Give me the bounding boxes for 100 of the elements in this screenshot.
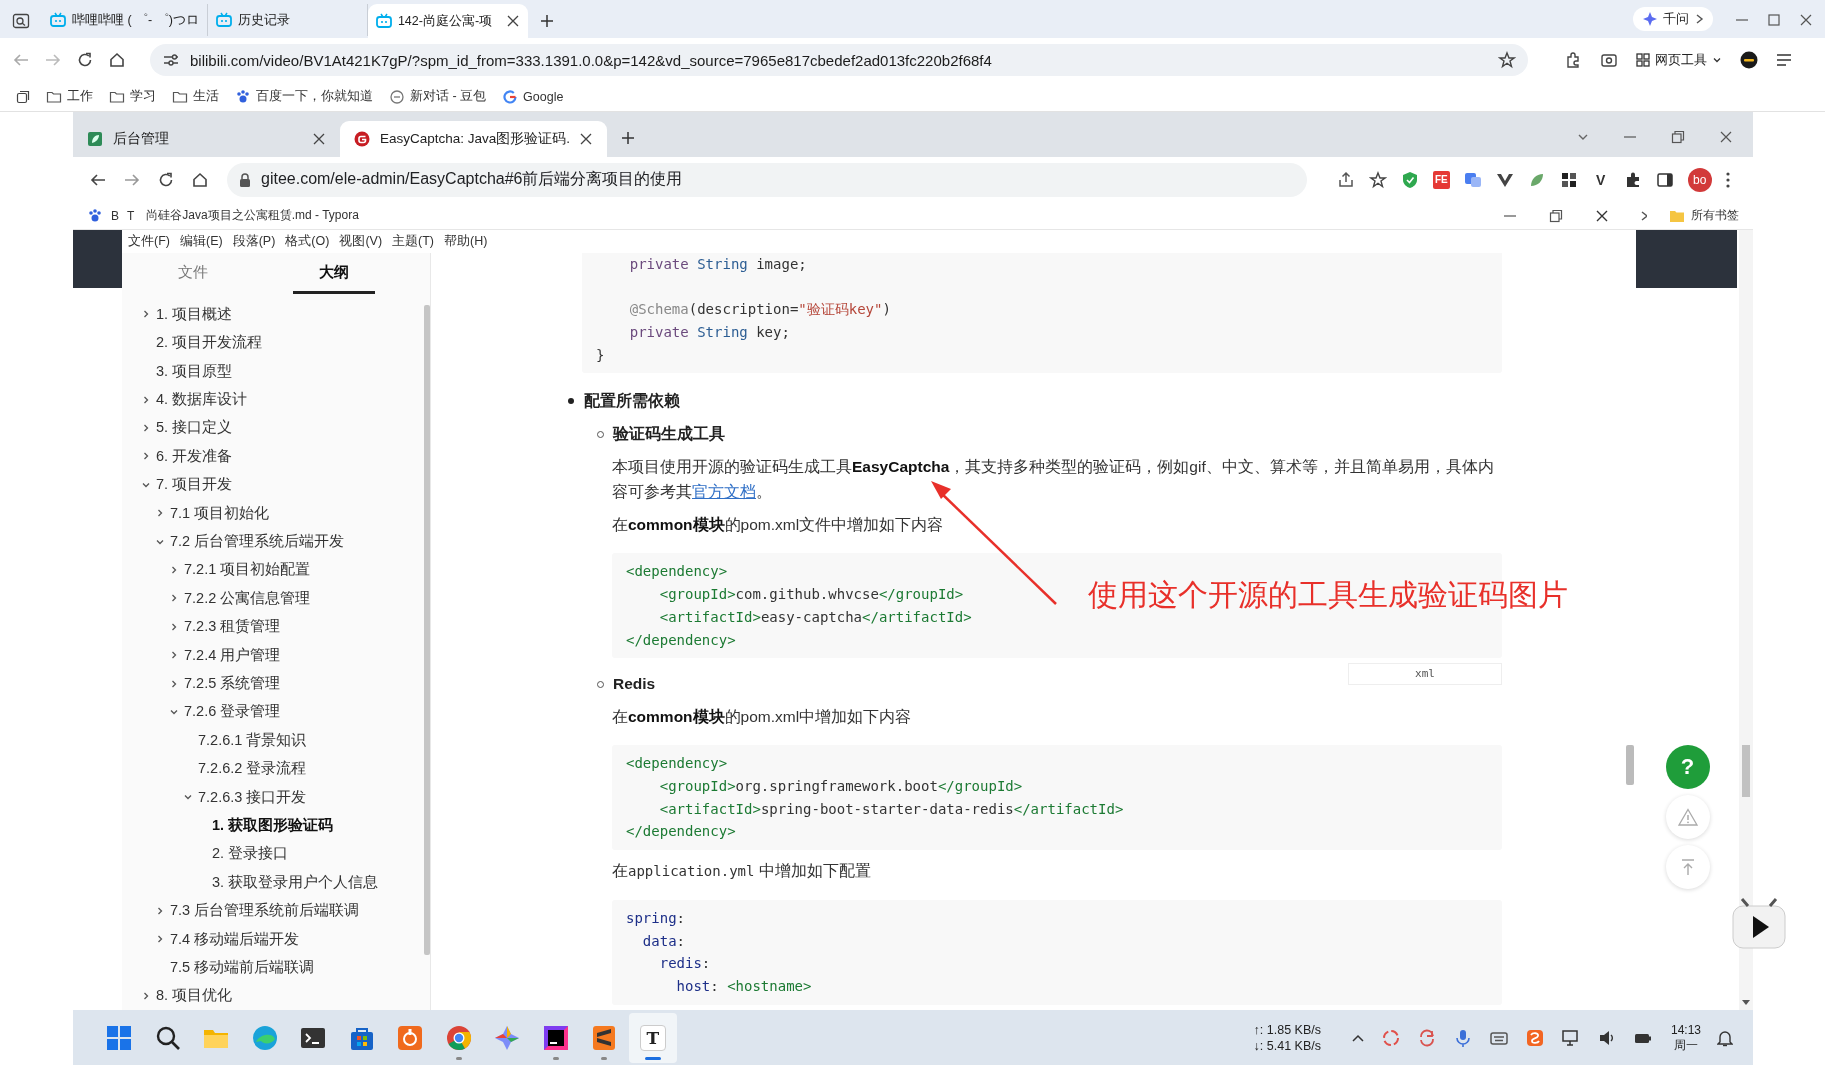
profile-avatar[interactable]: bo	[1687, 167, 1712, 192]
outline-item[interactable]: 7.1 项目初始化	[122, 498, 424, 528]
chevron-right-icon[interactable]	[169, 593, 179, 604]
swirl-icon[interactable]	[1380, 1027, 1401, 1048]
chevron-right-icon[interactable]	[169, 678, 179, 689]
bookmark-star-icon[interactable]	[1369, 170, 1387, 189]
sidebar-tab[interactable]: 大纲	[292, 253, 375, 295]
outline-item[interactable]: 3. 项目原型	[122, 357, 424, 386]
outline-item[interactable]: 7.3 后台管理系统前后端联调	[122, 896, 424, 925]
outline-item[interactable]: 7.2.4 用户管理	[122, 640, 424, 670]
bookmark[interactable]: T	[127, 208, 135, 223]
translate-icon[interactable]	[1463, 170, 1482, 189]
new-tab-icon[interactable]	[621, 131, 635, 145]
chevron-right-icon[interactable]	[141, 990, 151, 1001]
tab-groups-icon[interactable]	[16, 89, 30, 104]
browser-tab[interactable]: 后台管理	[73, 121, 340, 157]
outline-item[interactable]: 6. 开发准备	[122, 442, 424, 471]
home-icon[interactable]	[108, 51, 126, 69]
extensions-icon[interactable]	[1564, 51, 1582, 69]
input-method-icon[interactable]	[1524, 1027, 1545, 1048]
bookmark[interactable]: 工作	[46, 88, 93, 105]
outline-item[interactable]: 7.2.2 公寓信息管理	[122, 584, 424, 613]
reload-icon[interactable]	[157, 170, 175, 189]
outline-item[interactable]: 4. 数据库设计	[122, 385, 424, 414]
menu-icon[interactable]	[1776, 53, 1792, 67]
chevron-right-icon[interactable]	[155, 934, 165, 944]
outline-item[interactable]: 1. 获取图形验证码	[122, 811, 424, 840]
extension-button[interactable]: V	[1591, 171, 1610, 188]
bookmark-star-icon[interactable]	[1498, 51, 1516, 69]
close-icon[interactable]	[1719, 130, 1733, 144]
bookmark[interactable]: 学习	[109, 88, 156, 105]
shield-icon[interactable]	[1401, 170, 1419, 189]
more-icon[interactable]	[1725, 171, 1730, 188]
maximize-icon[interactable]	[1767, 13, 1781, 27]
scrollbar-thumb[interactable]	[1626, 745, 1634, 785]
close-icon[interactable]	[312, 132, 326, 146]
address-bar[interactable]: gitee.com/ele-admin/EasyCaptcha#6前后端分离项目的使用	[227, 162, 1307, 197]
link[interactable]: 官方文档	[692, 483, 756, 501]
tab-search-icon[interactable]	[12, 12, 30, 30]
menu-item[interactable]: 格式(O)	[283, 233, 332, 250]
bookmark[interactable]: Google	[502, 88, 564, 105]
chevron-right-icon[interactable]	[141, 394, 151, 405]
bookmark[interactable]: 新对话 - 豆包	[389, 88, 487, 105]
chevron-right-icon[interactable]	[169, 564, 179, 575]
site-settings-icon[interactable]	[162, 51, 180, 69]
menu-item[interactable]: 主题(T)	[390, 233, 436, 250]
close-icon[interactable]	[1595, 208, 1609, 223]
home-icon[interactable]	[191, 170, 209, 189]
outline-item[interactable]: 7. 项目开发	[122, 470, 424, 499]
browser-tab[interactable]: 哔哩哔哩 ( ゜- ゜)つロ	[42, 4, 208, 36]
bookmark[interactable]: 百度一下，你就知道	[235, 88, 373, 105]
chevron-right-icon[interactable]	[141, 423, 151, 433]
language-label[interactable]: xml	[1348, 663, 1502, 686]
outline-item[interactable]: 2. 登录接口	[122, 839, 424, 869]
address-bar[interactable]: bilibili.com/video/BV1At421K7gP/?spm_id_from=333.1391.0.0&p=142&vd_source=7965e817cbedef2ad013fc220b2f68f4	[150, 44, 1528, 76]
close-icon[interactable]	[505, 14, 520, 28]
chevron-right-icon[interactable]	[141, 309, 151, 320]
outline-item[interactable]: 7.4 移动端后端开发	[122, 924, 424, 954]
outline-item[interactable]: 8. 项目优化	[122, 981, 424, 1010]
chevron-right-icon[interactable]	[169, 621, 179, 632]
notification-bell-icon[interactable]	[1717, 1028, 1733, 1047]
chevron-right-icon[interactable]	[155, 905, 165, 916]
scrollbar-thumb[interactable]	[424, 305, 430, 955]
browser-tab[interactable]: 142-尚庭公寓-项	[367, 4, 528, 38]
share-icon[interactable]	[1337, 170, 1355, 189]
outline-item[interactable]: 5. 接口定义	[122, 413, 424, 443]
display-icon[interactable]	[1560, 1027, 1581, 1048]
outline-item[interactable]: 7.2.6.3 接口开发	[122, 782, 424, 812]
browser-tab[interactable]: 历史记录	[207, 4, 368, 36]
chevron-up-icon[interactable]	[1350, 1032, 1365, 1043]
outline-item[interactable]: 7.2.1 项目初始配置	[122, 555, 424, 585]
outline-item[interactable]: 7.5 移动端前后端联调	[122, 953, 424, 982]
bookmark[interactable]: B	[111, 208, 119, 223]
chevron-right-icon[interactable]	[169, 650, 179, 661]
menu-item[interactable]: 段落(P)	[230, 233, 278, 250]
reload-icon[interactable]	[76, 51, 94, 69]
blocks-icon[interactable]	[1559, 170, 1578, 189]
scrollbar-thumb[interactable]	[1742, 745, 1750, 797]
browser-tab[interactable]: EasyCaptcha: Java图形验证码.	[340, 121, 607, 157]
menu-item[interactable]: 视图(V)	[337, 233, 385, 250]
chevron-right-icon[interactable]	[141, 451, 151, 462]
restore-icon[interactable]	[1549, 208, 1563, 223]
chevron-right-icon[interactable]	[155, 508, 165, 519]
outline-item[interactable]: 7.2.3 租赁管理	[122, 612, 424, 641]
taskbar-button[interactable]: T	[628, 1012, 677, 1063]
help-button[interactable]: ?	[1665, 745, 1710, 789]
extension-badge[interactable]: FE	[1433, 170, 1450, 189]
sidebar-tab[interactable]: 文件	[151, 253, 234, 295]
outline-item[interactable]: 7.2.6.1 背景知识	[122, 726, 424, 755]
outline-item[interactable]: 7.2.5 系统管理	[122, 669, 424, 698]
screenshot-icon[interactable]	[1600, 51, 1618, 69]
assistant-button[interactable]: 千问	[1633, 7, 1713, 31]
tv-play-icon[interactable]	[1732, 898, 1786, 950]
menu-item[interactable]: 文件(F)	[126, 233, 172, 250]
outline-item[interactable]: 7.2 后台管理系统后端开发	[122, 527, 424, 556]
paw-icon[interactable]	[87, 207, 103, 224]
close-icon[interactable]	[579, 132, 593, 146]
web-tools-button[interactable]: 网页工具	[1636, 51, 1722, 69]
new-tab-icon[interactable]	[539, 14, 554, 28]
outline-item[interactable]: 7.2.6.2 登录流程	[122, 754, 424, 783]
